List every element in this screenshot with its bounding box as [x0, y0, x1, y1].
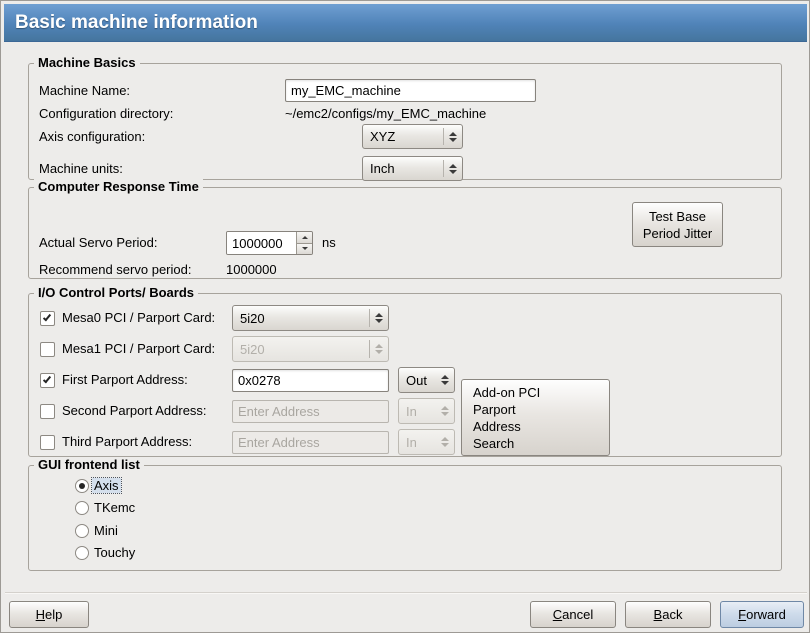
cancel-button-mnemonic: C: [553, 607, 562, 622]
axis-configuration-value: XYZ: [370, 129, 438, 144]
first-parport-label[interactable]: First Parport Address:: [62, 372, 188, 387]
mesa1-label[interactable]: Mesa1 PCI / Parport Card:: [62, 341, 215, 356]
servo-period-input[interactable]: [227, 232, 296, 254]
radio-mini[interactable]: [75, 524, 89, 538]
radio-axis-label[interactable]: Axis: [92, 478, 121, 493]
machine-basics-title: Machine Basics: [34, 55, 140, 70]
footer-separator: [5, 592, 807, 594]
page-title: Basic machine information: [4, 4, 807, 42]
second-parport-address-input[interactable]: [232, 400, 389, 423]
combo-spinner-icon: [441, 375, 449, 385]
gui-frontend-title: GUI frontend list: [34, 457, 144, 472]
servo-period-units: ns: [322, 235, 336, 250]
combo-separator: [369, 340, 370, 358]
radio-axis[interactable]: [75, 479, 89, 493]
combo-separator: [369, 309, 370, 327]
help-button-label: elp: [45, 607, 62, 622]
second-parport-direction-select[interactable]: In: [398, 398, 455, 424]
machine-name-label: Machine Name:: [39, 83, 130, 98]
back-button[interactable]: Back: [625, 601, 711, 628]
machine-units-label: Machine units:: [39, 161, 123, 176]
machine-units-value: Inch: [370, 161, 438, 176]
up-arrow-icon: [302, 236, 308, 239]
mesa0-card-value: 5i20: [240, 311, 364, 326]
servo-period-spinbox[interactable]: [226, 231, 313, 255]
machine-basics-frame: Machine Basics Machine Name: Configurati…: [28, 63, 782, 180]
cancel-button-label: ancel: [562, 607, 593, 622]
first-parport-direction-select[interactable]: Out: [398, 367, 455, 393]
combo-spinner-icon: [441, 406, 449, 416]
first-parport-direction-value: Out: [406, 373, 441, 388]
cancel-button[interactable]: Cancel: [530, 601, 616, 628]
radio-mini-label[interactable]: Mini: [94, 523, 118, 538]
combo-spinner-icon: [449, 132, 457, 142]
back-button-mnemonic: B: [654, 607, 663, 622]
test-base-period-jitter-button[interactable]: Test Base Period Jitter: [632, 202, 723, 247]
help-button[interactable]: Help: [9, 601, 89, 628]
combo-spinner-icon: [375, 344, 383, 354]
radio-touchy-label[interactable]: Touchy: [94, 545, 135, 560]
recommend-period-label: Recommend servo period:: [39, 262, 191, 277]
radio-dot-icon: [79, 483, 85, 489]
wizard-window: Basic machine information Machine Basics…: [0, 0, 810, 633]
first-parport-checkbox[interactable]: [40, 373, 55, 388]
axis-configuration-label: Axis configuration:: [39, 129, 145, 144]
spin-up-button[interactable]: [297, 232, 312, 243]
forward-button-label: orward: [746, 607, 786, 622]
mesa0-card-select[interactable]: 5i20: [232, 305, 389, 331]
machine-units-select[interactable]: Inch: [362, 156, 463, 181]
second-parport-label[interactable]: Second Parport Address:: [62, 403, 207, 418]
spin-down-button[interactable]: [297, 243, 312, 255]
combo-spinner-icon: [449, 164, 457, 174]
forward-button[interactable]: Forward: [720, 601, 804, 628]
config-directory-value: ~/emc2/configs/my_EMC_machine: [285, 106, 486, 121]
recommend-period-value: 1000000: [226, 262, 277, 277]
third-parport-checkbox[interactable]: [40, 435, 55, 450]
machine-name-input[interactable]: [285, 79, 536, 102]
addon-pci-search-button[interactable]: Add-on PCI Parport Address Search: [461, 379, 610, 456]
checkmark-icon: [43, 375, 51, 384]
combo-spinner-icon: [375, 313, 383, 323]
second-parport-checkbox[interactable]: [40, 404, 55, 419]
io-ports-frame: I/O Control Ports/ Boards Mesa0 PCI / Pa…: [28, 293, 782, 457]
io-ports-title: I/O Control Ports/ Boards: [34, 285, 198, 300]
third-parport-direction-select[interactable]: In: [398, 429, 455, 455]
radio-tkemc[interactable]: [75, 501, 89, 515]
gui-frontend-frame: GUI frontend list Axis TKemc Mini Touchy: [28, 465, 782, 571]
third-parport-label[interactable]: Third Parport Address:: [62, 434, 192, 449]
mesa0-checkbox[interactable]: [40, 311, 55, 326]
spin-buttons[interactable]: [296, 232, 312, 254]
page-header: Basic machine information: [4, 4, 807, 42]
combo-separator: [443, 160, 444, 177]
mesa1-card-select[interactable]: 5i20: [232, 336, 389, 362]
combo-separator: [443, 128, 444, 145]
third-parport-direction-value: In: [406, 435, 441, 450]
down-arrow-icon: [302, 247, 308, 250]
combo-spinner-icon: [441, 437, 449, 447]
third-parport-address-input[interactable]: [232, 431, 389, 454]
forward-button-mnemonic: F: [738, 607, 746, 622]
response-time-title: Computer Response Time: [34, 179, 203, 194]
first-parport-address-input[interactable]: [232, 369, 389, 392]
radio-touchy[interactable]: [75, 546, 89, 560]
radio-tkemc-label[interactable]: TKemc: [94, 500, 135, 515]
servo-period-label: Actual Servo Period:: [39, 235, 158, 250]
help-button-mnemonic: H: [36, 607, 45, 622]
second-parport-direction-value: In: [406, 404, 441, 419]
axis-configuration-select[interactable]: XYZ: [362, 124, 463, 149]
mesa1-checkbox[interactable]: [40, 342, 55, 357]
config-directory-label: Configuration directory:: [39, 106, 173, 121]
mesa0-label[interactable]: Mesa0 PCI / Parport Card:: [62, 310, 215, 325]
back-button-label: ack: [662, 607, 682, 622]
mesa1-card-value: 5i20: [240, 342, 364, 357]
response-time-frame: Computer Response Time Test Base Period …: [28, 187, 782, 279]
checkmark-icon: [43, 313, 51, 322]
